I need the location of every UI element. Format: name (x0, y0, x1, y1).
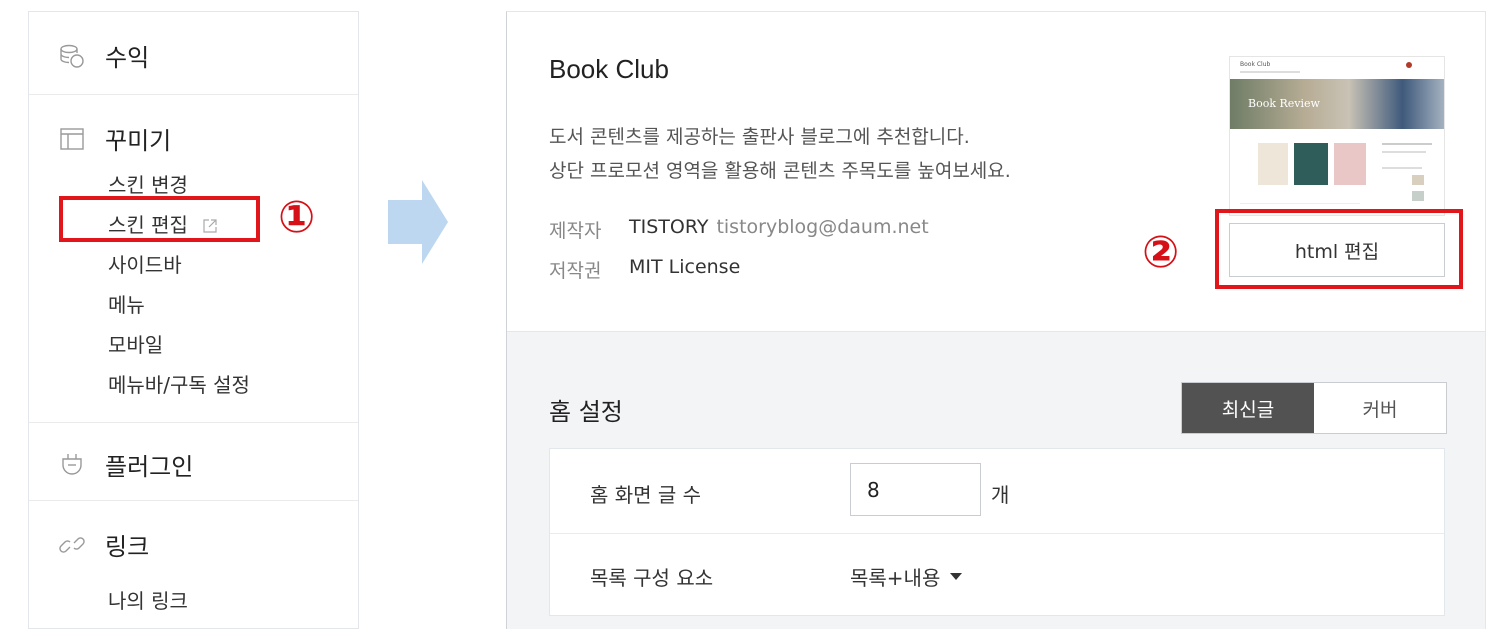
skin-description: 도서 콘텐츠를 제공하는 출판사 블로그에 추천합니다. 상단 프로모션 영역을… (549, 120, 1011, 188)
sidebar-item-plugin[interactable]: 플러그인 (59, 447, 193, 482)
sidebar-item-my-link[interactable]: 나의 링크 (108, 585, 188, 614)
maker-name: TISTORY (629, 216, 709, 238)
sidebar-section-title: 수익 (105, 44, 150, 72)
list-elements-label: 목록 구성 요소 (590, 566, 714, 590)
post-count-unit: 개 (991, 483, 1010, 507)
sidebar-item-menu[interactable]: 메뉴 (108, 289, 145, 318)
list-elements-select[interactable]: 목록+내용 (850, 562, 963, 591)
sidebar-section-plugin: 플러그인 (29, 422, 358, 500)
admin-sidebar: 수익 꾸미기 스킨 변경 스킨 편집 사이드바 메뉴 모바일 메뉴바/구독 설정… (28, 11, 359, 629)
post-count-row: 홈 화면 글 수 8 개 (550, 449, 1444, 533)
coins-icon (59, 43, 85, 69)
arrow-right-icon (388, 180, 448, 268)
list-elements-row: 목록 구성 요소 목록+내용 (550, 533, 1444, 617)
maker-email: tistoryblog@daum.net (716, 216, 929, 238)
sidebar-item-skin-change[interactable]: 스킨 변경 (108, 169, 188, 198)
thumb-book-2 (1294, 143, 1328, 185)
sidebar-section-title: 꾸미기 (105, 127, 172, 155)
step1-highlight (59, 196, 260, 242)
plug-icon (59, 452, 85, 478)
list-elements-value: 목록+내용 (850, 566, 941, 590)
home-settings-title: 홈 설정 (549, 398, 623, 426)
skin-license-row: 저작권 MIT License (549, 256, 740, 283)
home-settings-form: 홈 화면 글 수 8 개 목록 구성 요소 목록+내용 (549, 448, 1445, 616)
sidebar-item-link[interactable]: 링크 (59, 527, 149, 562)
skin-maker-row: 제작자 TISTORY tistoryblog@daum.net (549, 216, 929, 243)
sidebar-item-sidebar[interactable]: 사이드바 (108, 249, 182, 278)
license-label: 저작권 (549, 260, 602, 282)
skin-name: Book Club (549, 54, 669, 84)
sidebar-item-mobile[interactable]: 모바일 (108, 329, 163, 358)
skin-desc-line1: 도서 콘텐츠를 제공하는 출판사 블로그에 추천합니다. (549, 126, 970, 148)
link-icon (59, 532, 85, 558)
tab-latest-posts[interactable]: 최신글 (1182, 383, 1314, 433)
sidebar-item-customize[interactable]: 꾸미기 (59, 121, 171, 156)
skin-desc-line2: 상단 프로모션 영역을 활용해 콘텐츠 주목도를 높여보세요. (549, 160, 1011, 182)
thumb-banner-text: Book Review (1248, 97, 1320, 110)
caret-down-icon (950, 573, 963, 580)
sidebar-item-menubar-subscribe[interactable]: 메뉴바/구독 설정 (108, 369, 250, 398)
thumb-side-image (1412, 175, 1424, 185)
thumb-book-3 (1334, 143, 1366, 185)
home-type-toggle: 최신글 커버 (1181, 382, 1447, 434)
thumb-site-title: Book Club (1240, 61, 1271, 68)
license-value: MIT License (629, 256, 741, 278)
skin-thumbnail: Book Club Book Review (1229, 56, 1445, 216)
thumb-footer-line (1240, 203, 1360, 204)
thumb-side-line (1382, 151, 1426, 153)
skin-edit-panel: Book Club 도서 콘텐츠를 제공하는 출판사 블로그에 추천합니다. 상… (506, 11, 1486, 629)
thumb-avatar (1406, 62, 1412, 68)
sidebar-item-revenue[interactable]: 수익 (59, 38, 149, 73)
sidebar-section-link: 링크 나의 링크 (29, 500, 358, 630)
layout-icon (59, 126, 85, 152)
thumb-side-line (1382, 143, 1432, 145)
thumb-book-1 (1258, 143, 1288, 185)
tab-cover[interactable]: 커버 (1314, 383, 1446, 433)
maker-label: 제작자 (549, 220, 602, 242)
thumb-banner: Book Review (1230, 79, 1444, 129)
post-count-input[interactable]: 8 (850, 463, 981, 516)
step2-badge: ② (1142, 227, 1180, 278)
step2-highlight (1215, 209, 1463, 289)
thumb-side-image (1412, 191, 1424, 201)
sidebar-section-title: 링크 (105, 533, 150, 561)
sidebar-section-title: 플러그인 (105, 453, 194, 481)
thumb-nav (1240, 71, 1300, 73)
thumb-side-line (1382, 167, 1422, 169)
post-count-label: 홈 화면 글 수 (590, 483, 702, 507)
sidebar-section-revenue: 수익 (29, 12, 358, 94)
sidebar-section-customize: 꾸미기 스킨 변경 스킨 편집 사이드바 메뉴 모바일 메뉴바/구독 설정 (29, 94, 358, 422)
step1-badge: ① (278, 192, 316, 243)
